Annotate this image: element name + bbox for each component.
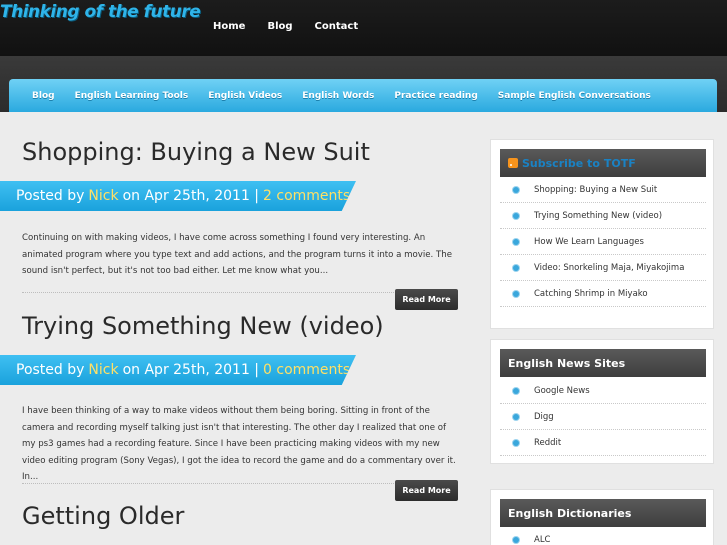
subscribe-prefix: Subscribe to — [522, 156, 600, 170]
news-widget: English News Sites Google News Digg Redd… — [490, 339, 714, 464]
subscribe-name: TOTF — [603, 156, 636, 170]
widget-header: English News Sites — [500, 349, 706, 377]
post-excerpt: I have been thinking of a way to make vi… — [22, 406, 456, 482]
bullet-icon — [513, 387, 519, 394]
author-link[interactable]: Nick — [88, 362, 118, 378]
bullet-icon — [513, 186, 519, 193]
post-date: on Apr 25th, 2011 | — [122, 188, 260, 204]
divider — [22, 483, 394, 484]
post-title[interactable]: Getting Older — [22, 502, 184, 530]
widget-header: English Dictionaries — [500, 499, 706, 527]
posted-by-label: Posted by — [16, 362, 85, 378]
list-item-label: Trying Something New (video) — [534, 210, 663, 221]
list-item-label: ALC — [534, 535, 551, 545]
widget-header[interactable]: Subscribe to TOTF — [500, 149, 706, 177]
list-item[interactable]: Reddit — [500, 430, 706, 456]
list-item-label: Google News — [534, 385, 590, 396]
cat-sample-conversations[interactable]: Sample English Conversations — [498, 91, 651, 101]
bullet-icon — [513, 212, 519, 219]
bullet-icon — [513, 238, 519, 245]
bullet-icon — [513, 264, 519, 271]
list-item[interactable]: Digg — [500, 404, 706, 430]
post-excerpt: Continuing on with making videos, I have… — [22, 233, 452, 276]
list-item-label: How We Learn Languages — [534, 236, 644, 247]
rss-icon — [508, 158, 518, 168]
divider — [22, 292, 394, 293]
category-nav: Blog English Learning Tools English Vide… — [9, 79, 717, 112]
comments-link[interactable]: 2 comments — [263, 188, 350, 204]
post-date: on Apr 25th, 2011 | — [122, 362, 260, 378]
dictionaries-widget: English Dictionaries ALC — [490, 489, 714, 545]
list-item[interactable]: How We Learn Languages — [500, 229, 706, 255]
list-item-label: Shopping: Buying a New Suit — [534, 184, 658, 195]
read-more-button[interactable]: Read More — [395, 289, 458, 310]
nav-blog[interactable]: Blog — [267, 21, 292, 32]
post-meta: Posted by Nick on Apr 25th, 2011 | 2 com… — [0, 181, 356, 211]
list-item-label: Video: Snorkeling Maja, Miyakojima — [534, 262, 685, 273]
nav-contact[interactable]: Contact — [315, 21, 359, 32]
site-logo[interactable]: Thinking of the future — [0, 2, 201, 22]
list-item[interactable]: Catching Shrimp in Miyako — [500, 281, 706, 307]
subscribe-widget: Subscribe to TOTF Shopping: Buying a New… — [490, 139, 714, 329]
post-meta: Posted by Nick on Apr 25th, 2011 | 0 com… — [0, 355, 356, 385]
list-item[interactable]: Google News — [500, 378, 706, 404]
list-item-label: Catching Shrimp in Miyako — [534, 288, 648, 299]
nav-home[interactable]: Home — [213, 21, 245, 32]
bullet-icon — [513, 537, 519, 543]
post-title[interactable]: Shopping: Buying a New Suit — [22, 138, 370, 166]
posted-by-label: Posted by — [16, 188, 85, 204]
list-item-label: Digg — [534, 411, 554, 422]
list-item[interactable]: ALC — [500, 527, 706, 545]
cat-english-words[interactable]: English Words — [302, 91, 374, 101]
read-more-button[interactable]: Read More — [395, 480, 458, 501]
top-nav: Home Blog Contact — [213, 21, 358, 32]
cat-practice-reading[interactable]: Practice reading — [394, 91, 477, 101]
bullet-icon — [513, 413, 519, 420]
cat-blog[interactable]: Blog — [32, 91, 55, 101]
list-item[interactable]: Video: Snorkeling Maja, Miyakojima — [500, 255, 706, 281]
list-item-label: Reddit — [534, 437, 562, 448]
author-link[interactable]: Nick — [88, 188, 118, 204]
bullet-icon — [513, 290, 519, 297]
cat-english-learning-tools[interactable]: English Learning Tools — [75, 91, 189, 101]
list-item[interactable]: Shopping: Buying a New Suit — [500, 177, 706, 203]
top-header: Thinking of the future Home Blog Contact — [0, 0, 727, 56]
post-title[interactable]: Trying Something New (video) — [22, 312, 384, 340]
cat-english-videos[interactable]: English Videos — [208, 91, 282, 101]
bullet-icon — [513, 439, 519, 446]
comments-link[interactable]: 0 comments — [263, 362, 350, 378]
list-item[interactable]: Trying Something New (video) — [500, 203, 706, 229]
